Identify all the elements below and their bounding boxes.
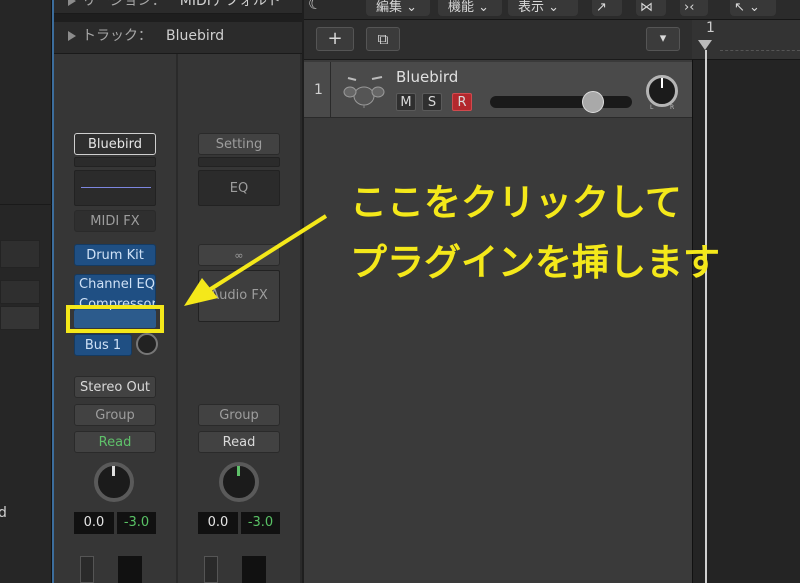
volume-readout: 0.0: [74, 512, 114, 534]
playhead-icon[interactable]: [698, 40, 712, 50]
eq-display[interactable]: [74, 170, 156, 206]
eq-slot[interactable]: EQ: [198, 170, 280, 206]
highlight-box: [66, 305, 164, 333]
inspector-field[interactable]: [0, 280, 40, 304]
menu-functions[interactable]: 機能 ⌄: [438, 0, 502, 16]
send-knob-icon[interactable]: [136, 333, 158, 355]
output-slot[interactable]: Stereo Out: [74, 376, 156, 398]
volume-fader[interactable]: [80, 556, 94, 583]
strip-separator: [300, 54, 302, 583]
bar-number: 1: [706, 20, 715, 36]
midi-fx-slot[interactable]: MIDI FX: [74, 210, 156, 232]
send-slot[interactable]: Bus 1: [74, 334, 132, 356]
track-name[interactable]: Bluebird: [396, 68, 458, 86]
volume-slider-handle[interactable]: [582, 91, 604, 113]
inspector-left-panel: d: [0, 0, 52, 583]
pan-indicator: [661, 78, 663, 88]
zoom-icon[interactable]: ›‹: [680, 0, 708, 16]
add-track-button[interactable]: +: [316, 27, 354, 51]
peak-readout: -3.0: [117, 512, 156, 534]
drum-kit-icon: [342, 74, 386, 108]
track-list: [304, 60, 692, 583]
collapse-button[interactable]: ▾: [646, 27, 680, 51]
pan-knob-icon[interactable]: [219, 462, 259, 502]
annotation-line-1: ここをクリックして: [350, 181, 682, 224]
level-meter: [242, 556, 266, 583]
pointer-tool-icon[interactable]: ↖ ⌄: [730, 0, 776, 16]
setting-slot[interactable]: Setting: [198, 133, 280, 155]
scissors-tool-icon[interactable]: ⋈: [636, 0, 666, 16]
mute-button[interactable]: M: [396, 93, 416, 111]
track-inspector-header[interactable]: トラック： Bluebird: [54, 22, 302, 54]
annotation-arrow-icon: [176, 210, 336, 310]
pan-left-label: L: [650, 104, 654, 111]
instrument-slot[interactable]: Drum Kit: [74, 244, 156, 266]
divider: [0, 204, 52, 205]
pan-knob-icon[interactable]: [94, 462, 134, 502]
group-slot[interactable]: Group: [198, 404, 280, 426]
track-value: Bluebird: [166, 28, 225, 44]
disclosure-triangle-icon: [68, 0, 76, 6]
track-label: トラック：: [82, 28, 152, 44]
ruler-ticks: [720, 50, 800, 51]
track-row-bluebird[interactable]: 1 Bluebird M S R L R: [304, 62, 692, 118]
region-label: リージョン：: [82, 0, 166, 9]
menu-edit[interactable]: 編集 ⌄: [366, 0, 430, 16]
divider: [330, 62, 331, 118]
inspector-field[interactable]: [0, 240, 40, 268]
record-enable-button[interactable]: R: [452, 93, 472, 111]
disclosure-triangle-icon: [68, 31, 76, 41]
pan-indicator: [112, 466, 115, 476]
menu-functions-label: 機能: [448, 0, 475, 15]
plugin-slot-channel-eq[interactable]: Channel EQ: [79, 275, 155, 295]
level-meter: [118, 556, 142, 583]
peak-readout: -3.0: [241, 512, 280, 534]
region-header[interactable]: リージョン： MIDIデフォルト: [54, 0, 302, 14]
bar-ruler[interactable]: 1: [692, 20, 800, 60]
pan-knob-icon[interactable]: [646, 75, 678, 107]
pan-indicator: [237, 466, 240, 476]
volume-readout: 0.0: [198, 512, 238, 534]
pan-right-label: R: [670, 104, 675, 111]
region-value: MIDIデフォルト: [179, 0, 281, 9]
annotation-line-2: プラグインを挿します: [350, 241, 720, 284]
menu-view-label: 表示: [518, 0, 545, 15]
strip-separator: [176, 54, 178, 583]
eq-curve: [81, 187, 151, 188]
eq-display-strip[interactable]: [74, 157, 156, 167]
playhead-line: [705, 50, 707, 583]
volume-fader[interactable]: [204, 556, 218, 583]
channel-name-bluebird[interactable]: Bluebird: [74, 133, 156, 155]
catch-tool-icon[interactable]: ↗: [592, 0, 622, 16]
inspector-field[interactable]: [0, 306, 40, 330]
solo-button[interactable]: S: [422, 93, 442, 111]
eq-display-strip[interactable]: [198, 157, 280, 167]
menu-view[interactable]: 表示 ⌄: [508, 0, 578, 16]
automation-mode[interactable]: Read: [198, 431, 280, 453]
inspector-edge-text: d: [0, 505, 7, 521]
group-slot[interactable]: Group: [74, 404, 156, 426]
catch-icon[interactable]: ☾: [308, 0, 348, 14]
duplicate-track-button[interactable]: ⧉: [366, 27, 400, 51]
automation-mode[interactable]: Read: [74, 431, 156, 453]
menu-edit-label: 編集: [376, 0, 403, 15]
tracks-timeline[interactable]: [692, 20, 800, 583]
track-number: 1: [314, 82, 323, 98]
volume-slider[interactable]: [490, 91, 632, 113]
track-header-bar: [304, 20, 692, 60]
